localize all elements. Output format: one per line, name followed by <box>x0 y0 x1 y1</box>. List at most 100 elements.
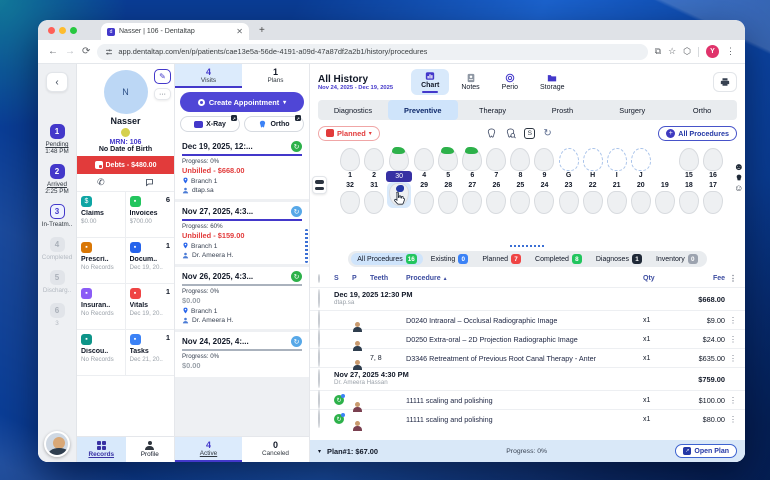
tooth-search-tool[interactable] <box>505 128 516 139</box>
row-menu-icon[interactable]: ⋮ <box>725 354 737 363</box>
tooth-column-13[interactable]: J20 <box>629 148 653 244</box>
upper-tooth[interactable] <box>364 148 384 171</box>
table-group-row[interactable]: Dec 19, 2025 12:30 PMdtap.sa$668.00 <box>310 287 745 310</box>
row-checkbox[interactable] <box>318 348 320 367</box>
lower-tooth[interactable] <box>364 191 384 214</box>
tab-notes[interactable]: Notes <box>451 69 489 95</box>
tooth-column-10[interactable]: G23 <box>557 148 581 244</box>
debts-banner[interactable]: Debts - $480.00 <box>77 156 174 174</box>
bookmark-star-icon[interactable]: ☆ <box>668 46 676 57</box>
patient-card-docum[interactable]: ▪1Docum..Dec 19, 20.. <box>126 238 175 284</box>
category-preventive[interactable]: Preventive <box>388 100 458 120</box>
status-step-3[interactable]: 63 <box>42 303 73 327</box>
extensions-icon[interactable]: ⬡ <box>683 46 691 57</box>
appointment-card[interactable]: Nov 24, 2025, 4:...↻Progress: 0%$0.00 <box>175 332 309 377</box>
tooth-small-icon[interactable] <box>735 174 743 182</box>
chat-icon[interactable] <box>145 178 154 187</box>
address-bar[interactable]: app.dentaltap.com/en/p/patients/cae13e5a… <box>97 44 647 60</box>
lower-tooth[interactable] <box>340 191 360 214</box>
chart-scrollbar[interactable] <box>510 245 544 247</box>
category-prosth[interactable]: Prosth <box>527 100 597 120</box>
patient-card-discou[interactable]: ▪Discou..No Records <box>77 330 126 376</box>
category-surgery[interactable]: Surgery <box>597 100 667 120</box>
back-icon[interactable]: ← <box>48 46 58 57</box>
lower-tooth[interactable] <box>534 191 554 214</box>
save-page-icon[interactable]: ⧉ <box>655 46 661 57</box>
refresh-chart-tool[interactable]: ↻ <box>543 128 551 139</box>
row-menu-icon[interactable]: ⋮ <box>725 316 737 325</box>
procedure-row[interactable]: D0250 Extra-oral – 2D Projection Radiogr… <box>310 329 745 348</box>
tab-perio[interactable]: Perio <box>492 69 528 95</box>
status-step-pending[interactable]: 1Pending1:48 PM <box>42 124 73 155</box>
upper-tooth[interactable] <box>414 148 434 171</box>
create-appointment-button[interactable]: Create Appointment ▾ <box>180 92 304 112</box>
maximize-window-button[interactable] <box>70 27 77 34</box>
row-checkbox[interactable] <box>318 329 320 348</box>
select-all-checkbox[interactable] <box>318 274 320 283</box>
chip-planned[interactable]: Planned7 <box>476 253 527 265</box>
upper-tooth[interactable] <box>559 148 579 171</box>
tooth-column-6[interactable]: 627 <box>460 148 484 244</box>
tooth-column-1[interactable]: 132 <box>338 148 362 244</box>
dentition-toggle[interactable] <box>312 176 327 194</box>
close-window-button[interactable] <box>48 27 55 34</box>
appointments-scrollbar[interactable] <box>305 229 308 263</box>
upper-tooth[interactable] <box>486 148 506 171</box>
tooth-column-2[interactable]: 231 <box>362 148 386 244</box>
surfaces-tool[interactable]: S <box>524 128 535 139</box>
tooth-column-14[interactable]: 19 <box>653 148 677 244</box>
patient-card-insuran[interactable]: ▪Insuran..No Records <box>77 284 126 330</box>
lower-tooth[interactable] <box>583 191 603 214</box>
chip-inventory[interactable]: Inventory0 <box>650 253 704 265</box>
upper-tooth[interactable] <box>389 148 409 171</box>
user-avatar[interactable] <box>44 431 70 457</box>
edit-patient-button[interactable]: ✎ <box>154 69 171 84</box>
patient-card-invoices[interactable]: ▪6Invoices$700.00 <box>126 192 175 238</box>
tooth-column-9[interactable]: 924 <box>532 148 556 244</box>
tab-storage[interactable]: Storage <box>530 69 575 95</box>
tooth-column-5[interactable]: 528 <box>436 148 460 244</box>
tab-canceled-appointments[interactable]: 0 Canceled <box>242 437 309 462</box>
lower-tooth[interactable] <box>655 191 675 214</box>
forward-icon[interactable]: → <box>65 46 75 57</box>
minimize-window-button[interactable] <box>59 27 66 34</box>
browser-profile-avatar[interactable]: Y <box>706 45 719 58</box>
lower-tooth[interactable] <box>510 191 530 214</box>
reload-icon[interactable]: ⟳ <box>82 46 90 57</box>
status-step-intreatm[interactable]: 3In-Treatm.. <box>42 204 73 228</box>
row-checkbox[interactable] <box>318 409 320 428</box>
col-procedure[interactable]: Procedure ▲ <box>406 275 643 282</box>
browser-menu-icon[interactable]: ⋮ <box>726 46 735 57</box>
ortho-button[interactable]: Ortho ↗ <box>244 116 304 132</box>
upper-tooth[interactable] <box>703 148 723 171</box>
tab-records[interactable]: Records <box>77 437 126 462</box>
tab-visits[interactable]: 4 Visits <box>175 64 242 88</box>
tab-profile[interactable]: Profile <box>126 437 175 462</box>
planned-filter-button[interactable]: Planned ▾ <box>318 126 380 141</box>
all-procedures-button[interactable]: + All Procedures <box>658 126 737 141</box>
back-button[interactable]: ‹ <box>46 72 68 92</box>
lower-tooth[interactable] <box>607 191 627 214</box>
lower-tooth[interactable] <box>703 191 723 214</box>
status-step-discharg[interactable]: 5Discharg.. <box>42 270 73 294</box>
category-diagnostics[interactable]: Diagnostics <box>318 100 388 120</box>
tooth-column-16[interactable]: 1617 <box>701 148 725 244</box>
upper-tooth[interactable] <box>679 148 699 171</box>
procedure-row[interactable]: D0240 Intraoral – Occlusal Radiographic … <box>310 310 745 329</box>
patient-card-vitals[interactable]: ▪1VitalsDec 19, 20.. <box>126 284 175 330</box>
row-menu-icon[interactable]: ⋮ <box>725 335 737 344</box>
face-filled-icon[interactable]: ☻ <box>733 162 744 173</box>
row-checkbox[interactable] <box>318 289 320 308</box>
upper-tooth[interactable] <box>462 148 482 171</box>
row-menu-icon[interactable]: ⋮ <box>725 396 737 405</box>
chart-view-tools[interactable]: ☻ ☺ <box>733 162 744 193</box>
chip-existing[interactable]: Existing0 <box>425 253 475 265</box>
new-tab-button[interactable]: + <box>259 25 265 36</box>
lower-tooth[interactable] <box>414 191 434 214</box>
tooth-column-8[interactable]: 825 <box>508 148 532 244</box>
patient-card-prescri[interactable]: ▪Prescri..No Records <box>77 238 126 284</box>
upper-tooth[interactable] <box>510 148 530 171</box>
upper-tooth[interactable] <box>438 148 458 171</box>
appointment-card[interactable]: Dec 19, 2025, 12:...↻Progress: 0%Unbille… <box>175 137 309 199</box>
face-outline-icon[interactable]: ☺ <box>734 183 743 193</box>
